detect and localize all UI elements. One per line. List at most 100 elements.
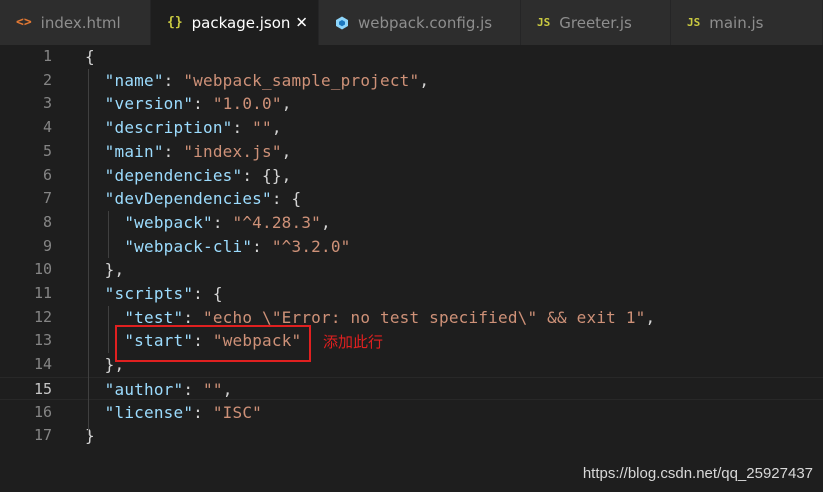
json-key: "name" [104, 70, 164, 90]
code-line[interactable]: 7 "devDependencies": { [0, 187, 823, 211]
code-line[interactable]: 15 "author": "", [0, 376, 823, 402]
json-file-icon: {} [167, 15, 183, 30]
punctuation: : [212, 212, 233, 232]
code-line[interactable]: 1{ [0, 45, 823, 69]
line-number: 10 [33, 260, 52, 279]
json-string: "webpack_sample_project" [183, 70, 420, 90]
tab-label: main.js [709, 13, 764, 32]
line-number: 4 [42, 118, 52, 137]
json-string: "" [203, 379, 223, 399]
json-string: "index.js" [183, 141, 282, 161]
line-number: 11 [33, 284, 52, 302]
code-text: "dependencies": {}, [85, 164, 292, 188]
code-line[interactable]: 11 "scripts": { [0, 282, 823, 306]
annotation-label: 添加此行 [323, 333, 384, 351]
json-key: "scripts" [104, 284, 194, 303]
json-string: "echo \"Error: no test specified\" && ex… [203, 307, 646, 327]
punctuation: { [85, 47, 95, 66]
indent-guide [88, 69, 89, 435]
json-key: "dependencies" [104, 165, 243, 185]
json-key: "devDependencies" [104, 189, 272, 209]
json-key: "license" [104, 402, 194, 422]
code-editor[interactable]: 17} 16 "license": "ISC" 15 "author": "", 14… [0, 45, 823, 492]
js-file-icon: JS [537, 16, 551, 29]
code-text: "name": "webpack_sample_project", [85, 69, 429, 93]
start-line-highlight-box [115, 325, 311, 362]
tab-main-js[interactable]: JS main.js [671, 0, 823, 45]
indent-guide [108, 306, 109, 353]
line-number: 8 [42, 212, 52, 231]
punctuation: , [271, 118, 282, 138]
watermark: https://blog.csdn.net/qq_25927437 [582, 465, 813, 482]
code-text: "webpack": "^4.28.3", [85, 211, 331, 235]
code-text: { [85, 45, 95, 69]
code-line[interactable]: 10 }, [0, 258, 823, 282]
json-key: "webpack" [124, 212, 213, 232]
code-line[interactable]: 5 "main": "index.js", [0, 140, 823, 164]
tab-index-html[interactable]: <> index.html [0, 0, 151, 45]
punctuation [85, 213, 124, 232]
tab-label: Greeter.js [559, 13, 632, 32]
code-text: "main": "index.js", [85, 140, 292, 164]
json-string: "^4.28.3" [232, 212, 322, 232]
punctuation: : { [271, 189, 302, 209]
punctuation: : [163, 70, 184, 90]
line-number: 17 [33, 426, 52, 445]
code-text: "version": "1.0.0", [85, 92, 292, 116]
code-text: } [85, 424, 95, 448]
punctuation: : [193, 94, 213, 114]
code-text: "webpack-cli": "^3.2.0" [85, 235, 351, 259]
line-number: 15 [33, 379, 52, 398]
punctuation: : [163, 141, 184, 161]
punctuation: : [183, 379, 204, 399]
code-text: "license": "ISC" [85, 401, 262, 425]
line-number: 13 [33, 331, 52, 350]
tab-label: package.json [191, 13, 291, 32]
code-line[interactable]: 2 "name": "webpack_sample_project", [0, 69, 823, 93]
punctuation: : { [193, 284, 223, 303]
json-string: "" [252, 118, 272, 138]
tab-webpack-config-js[interactable]: webpack.config.js [319, 0, 521, 45]
json-string: "1.0.0" [212, 94, 282, 114]
code-line[interactable]: 8 "webpack": "^4.28.3", [0, 211, 823, 235]
code-line[interactable]: 17} [0, 424, 823, 448]
indent-guide [108, 211, 109, 258]
json-key: "main" [104, 141, 164, 161]
tab-greeter-js[interactable]: JS Greeter.js [521, 0, 671, 45]
code-line[interactable]: 3 "version": "1.0.0", [0, 92, 823, 116]
code-line[interactable]: 4 "description": "", [0, 116, 823, 140]
editor-tab-bar: <> index.html {} package.json ✕ webpack.… [0, 0, 823, 45]
code-text: "author": "", [85, 378, 233, 402]
punctuation: , [281, 141, 292, 161]
code-text: "description": "", [85, 116, 282, 140]
punctuation: : [193, 402, 213, 422]
punctuation: : {}, [242, 165, 292, 185]
punctuation: , [419, 70, 430, 90]
code-text: "scripts": { [85, 282, 223, 306]
code-line[interactable]: 16 "license": "ISC" [0, 401, 823, 425]
punctuation: , [321, 212, 331, 232]
close-icon[interactable]: ✕ [295, 13, 308, 31]
line-number: 12 [33, 307, 52, 326]
json-key: "webpack-cli" [124, 236, 253, 256]
punctuation [85, 308, 124, 327]
html-file-icon: <> [16, 15, 32, 30]
punctuation [85, 237, 124, 256]
punctuation: : [183, 307, 204, 327]
punctuation: : [252, 236, 272, 256]
code-text: }, [85, 258, 124, 282]
line-number: 2 [42, 70, 52, 89]
line-number: 16 [33, 402, 52, 421]
code-line[interactable]: 6 "dependencies": {}, [0, 164, 823, 188]
line-number: 5 [42, 141, 52, 160]
json-key: "description" [104, 118, 233, 138]
line-number: 7 [42, 189, 52, 208]
tab-package-json[interactable]: {} package.json ✕ [151, 0, 319, 45]
webpack-file-icon [335, 16, 349, 30]
tab-label: webpack.config.js [358, 13, 493, 32]
json-key: "version" [104, 94, 194, 114]
line-number: 9 [42, 236, 52, 255]
code-line[interactable]: 9 "webpack-cli": "^3.2.0" [0, 235, 823, 259]
js-file-icon: JS [687, 16, 701, 29]
punctuation: }, [85, 260, 125, 280]
